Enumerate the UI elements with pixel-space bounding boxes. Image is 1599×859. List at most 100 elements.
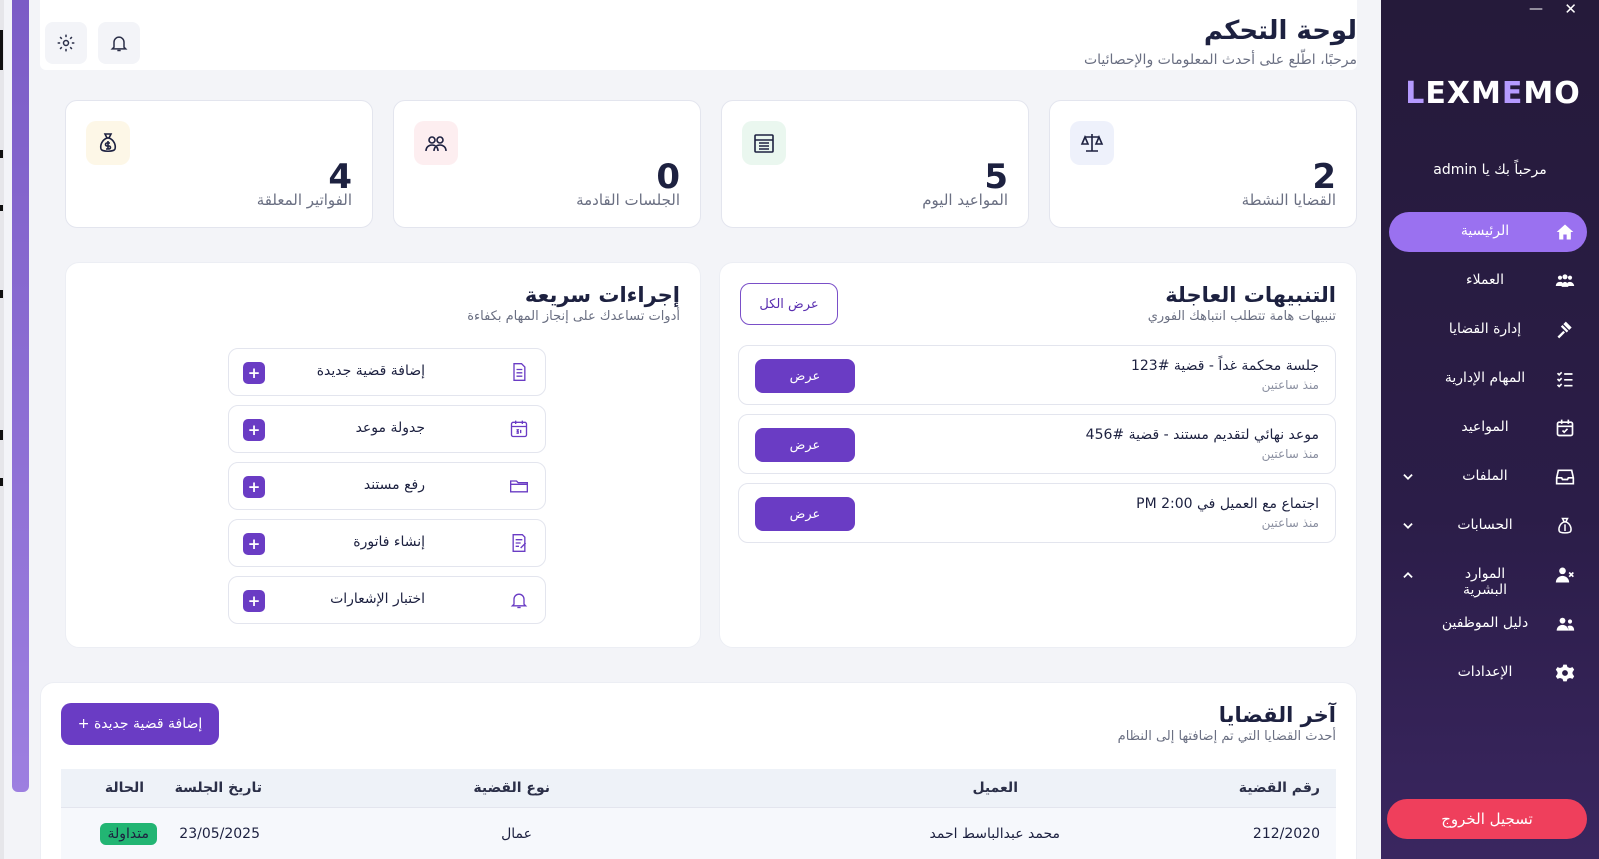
chevron-down-icon bbox=[1403, 523, 1413, 529]
stat-card-pending-invoices: 4 الفواتير المعلقة bbox=[65, 100, 373, 228]
cell-case-type: عمال bbox=[501, 825, 532, 842]
stat-label: القضايا النشطة bbox=[1241, 191, 1336, 209]
bell-icon bbox=[510, 593, 528, 609]
scales-icon bbox=[1080, 134, 1104, 152]
plus-icon: + bbox=[243, 590, 265, 612]
quick-actions-panel: إجراءات سريعة أدوات تساعدك على إنجاز الم… bbox=[65, 262, 701, 648]
sidebar-item-label: الحسابات bbox=[1457, 517, 1513, 533]
stat-label: المواعيد اليوم bbox=[922, 191, 1008, 209]
plus-icon: + bbox=[243, 419, 265, 441]
main-content: لوحة التحكم مرحبًا، اطّلع على أحدث المعل… bbox=[40, 0, 1357, 859]
chevron-down-icon bbox=[1403, 474, 1413, 480]
sidebar-item-cases[interactable]: إدارة القضايا bbox=[1389, 310, 1587, 350]
sidebar-item-clients[interactable]: العملاء bbox=[1389, 261, 1587, 301]
bell-icon bbox=[110, 36, 128, 52]
clients-icon bbox=[1555, 274, 1575, 287]
col-session-date: تاريخ الجلسة bbox=[174, 780, 262, 796]
cell-session-date: 23/05/2025 bbox=[179, 825, 260, 842]
sidebar-item-accounts[interactable]: الحسابات bbox=[1389, 506, 1587, 546]
users-icon bbox=[1556, 617, 1575, 631]
sidebar-item-label: المواعيد bbox=[1461, 419, 1509, 435]
quick-actions-subtitle: أدوات تساعدك على إنجاز المهام بكفاءة bbox=[467, 309, 680, 324]
sidebar-item-admin-tasks[interactable]: المهام الإدارية bbox=[1389, 359, 1587, 399]
gear-icon bbox=[57, 34, 75, 52]
welcome-message: مرحباً بك يا admin bbox=[1433, 162, 1547, 178]
gear-icon bbox=[1555, 664, 1575, 682]
user-remove-icon bbox=[1555, 567, 1574, 583]
home-icon bbox=[1556, 224, 1574, 240]
quick-action-add-case[interactable]: إضافة قضية جديدة + bbox=[228, 348, 546, 396]
folder-icon bbox=[510, 480, 528, 493]
quick-action-invoice[interactable]: إنشاء فاتورة + bbox=[228, 519, 546, 567]
table-header: رقم القضية العميل نوع القضية تاريخ الجلس… bbox=[61, 769, 1336, 807]
quick-action-label: رفع مستند bbox=[363, 477, 425, 493]
page-subtitle: مرحبًا، اطّلع على أحدث المعلومات والإحصا… bbox=[1083, 52, 1357, 68]
stat-icon-box bbox=[1070, 121, 1114, 165]
sidebar-item-settings[interactable]: الإعدادات bbox=[1389, 653, 1587, 693]
notifications-button[interactable] bbox=[98, 22, 140, 64]
gavel-icon bbox=[1557, 321, 1572, 339]
alert-item: موعد نهائي لتقديم مستند - قضية #456 منذ … bbox=[738, 414, 1336, 474]
archive-icon bbox=[1555, 469, 1575, 485]
stat-card-upcoming-sessions: 0 الجلسات القادمة bbox=[393, 100, 701, 228]
settings-button[interactable] bbox=[45, 22, 87, 64]
stat-icon-box bbox=[86, 121, 130, 165]
sidebar-item-label: المهام الإدارية bbox=[1444, 370, 1526, 386]
status-badge: متداولة bbox=[99, 822, 157, 845]
table-row[interactable]: 212/2020 محمد عبدالباسط احمد عمال 23/05/… bbox=[61, 807, 1336, 859]
view-all-button[interactable]: عرض الكل bbox=[740, 283, 838, 325]
col-client: العميل bbox=[972, 780, 1018, 796]
people-icon bbox=[425, 136, 447, 152]
logout-button[interactable]: تسجيل الخروج bbox=[1387, 799, 1587, 839]
quick-action-upload[interactable]: رفع مستند + bbox=[228, 462, 546, 510]
alert-view-button[interactable]: عرض bbox=[755, 428, 855, 462]
page-title: لوحة التحكم bbox=[1203, 16, 1357, 46]
window-controls: — ✕ bbox=[1519, 0, 1599, 20]
alert-time: منذ ساعتين bbox=[1261, 378, 1319, 392]
alert-view-button[interactable]: عرض bbox=[755, 359, 855, 393]
plus-icon: + bbox=[243, 476, 265, 498]
sidebar-item-employee-directory[interactable]: دليل الموظفين bbox=[1389, 604, 1587, 644]
alert-time: منذ ساعتين bbox=[1261, 516, 1319, 530]
sidebar-item-home[interactable]: الرئيسية bbox=[1389, 212, 1587, 252]
add-new-case-button[interactable]: إضافة قضية جديدة + bbox=[61, 703, 219, 745]
close-button[interactable]: ✕ bbox=[1564, 0, 1577, 18]
stat-icon-box bbox=[414, 121, 458, 165]
page-header: لوحة التحكم مرحبًا، اطّلع على أحدث المعل… bbox=[40, 0, 1357, 70]
sidebar-item-label: الملفات bbox=[1462, 468, 1508, 484]
task-list-icon bbox=[1556, 371, 1573, 388]
scroll-accent-strip bbox=[12, 0, 29, 792]
urgent-alerts-panel: التنبيهات العاجلة تنبيهات هامة تتطلب انت… bbox=[719, 262, 1357, 648]
calendar-check-icon bbox=[1556, 419, 1574, 437]
stat-icon-box bbox=[742, 121, 786, 165]
chevron-up-icon bbox=[1403, 572, 1413, 578]
sidebar-item-appointments[interactable]: المواعيد bbox=[1389, 408, 1587, 448]
alert-view-button[interactable]: عرض bbox=[755, 497, 855, 531]
money-bag-icon bbox=[1558, 517, 1572, 534]
stat-card-active-cases: 2 القضايا النشطة bbox=[1049, 100, 1357, 228]
alerts-title: التنبيهات العاجلة bbox=[1165, 283, 1336, 307]
recent-cases-table: رقم القضية العميل نوع القضية تاريخ الجلس… bbox=[61, 769, 1336, 859]
sidebar-item-hr[interactable]: الموارد البشرية bbox=[1389, 555, 1587, 598]
alert-item: اجتماع مع العميل في 2:00 PM منذ ساعتين ع… bbox=[738, 483, 1336, 543]
plus-icon: + bbox=[243, 533, 265, 555]
sidebar-item-files[interactable]: الملفات bbox=[1389, 457, 1587, 497]
document-icon bbox=[513, 363, 526, 381]
recent-cases-title: آخر القضايا bbox=[1218, 703, 1336, 727]
invoice-icon bbox=[512, 534, 527, 552]
quick-action-test-notifications[interactable]: اختبار الإشعارات + bbox=[228, 576, 546, 624]
sidebar-item-label: دليل الموظفين bbox=[1441, 615, 1529, 631]
alert-item: جلسة محكمة غداً - قضية #123 منذ ساعتين ع… bbox=[738, 345, 1336, 405]
recent-cases-subtitle: أحدث القضايا التي تم إضافتها إلى النظام bbox=[1117, 729, 1336, 744]
quick-action-schedule[interactable]: جدولة موعد + bbox=[228, 405, 546, 453]
alerts-subtitle: تنبيهات هامة تتطلب انتباهك الفوري bbox=[1147, 309, 1336, 324]
stat-card-today-appointments: 5 المواعيد اليوم bbox=[721, 100, 1029, 228]
calendar-31-icon bbox=[510, 420, 528, 438]
quick-actions-title: إجراءات سريعة bbox=[524, 283, 680, 307]
sidebar-item-label: إدارة القضايا bbox=[1448, 321, 1522, 337]
plus-icon: + bbox=[243, 362, 265, 384]
quick-action-label: إضافة قضية جديدة bbox=[316, 363, 425, 379]
col-status: الحالة bbox=[104, 780, 144, 796]
sidebar: LEXMEMO مرحباً بك يا admin الرئيسية العم… bbox=[1381, 0, 1599, 859]
minimize-button[interactable]: — bbox=[1529, 0, 1543, 18]
